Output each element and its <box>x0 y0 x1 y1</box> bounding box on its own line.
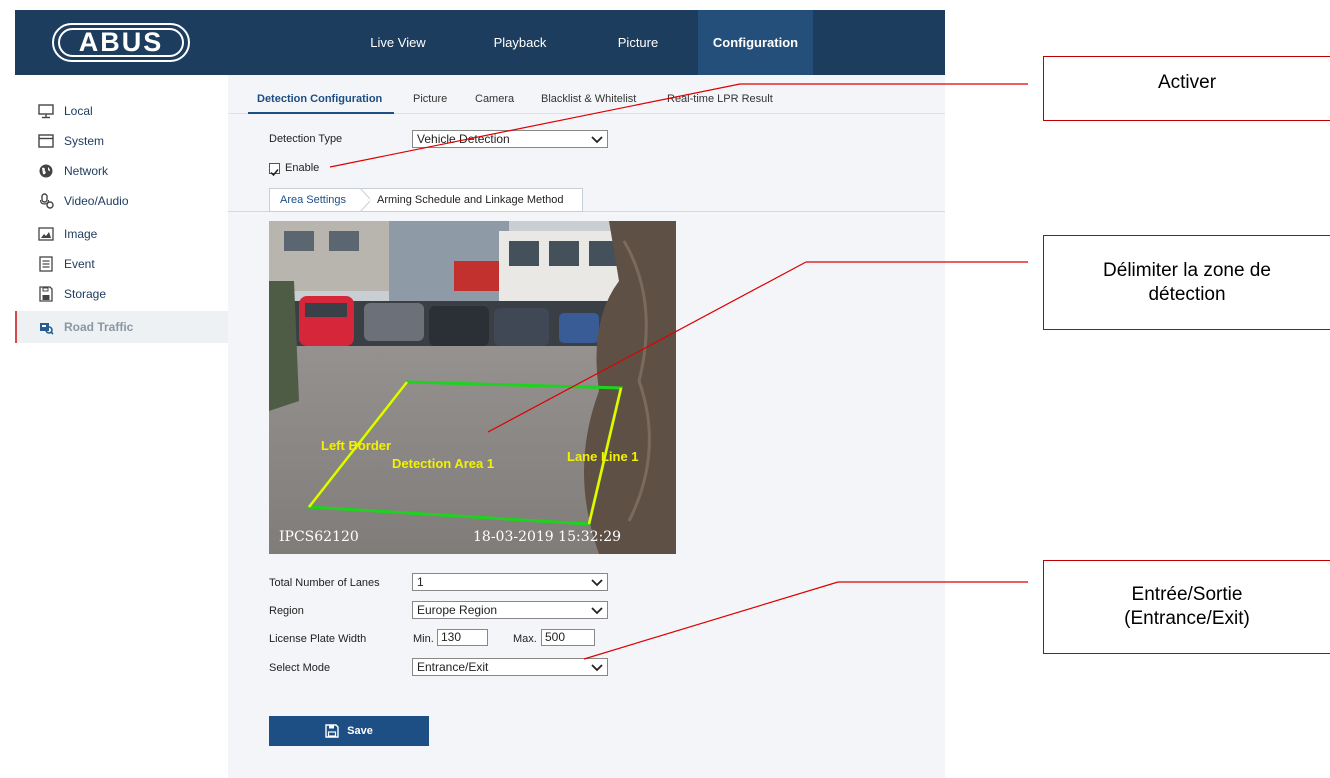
callout-activate: Activer <box>1043 56 1330 121</box>
callout-entrance-exit: Entrée/Sortie (Entrance/Exit) <box>1043 560 1330 654</box>
callout-detection-zone: Délimiter la zone de détection <box>1043 235 1330 330</box>
